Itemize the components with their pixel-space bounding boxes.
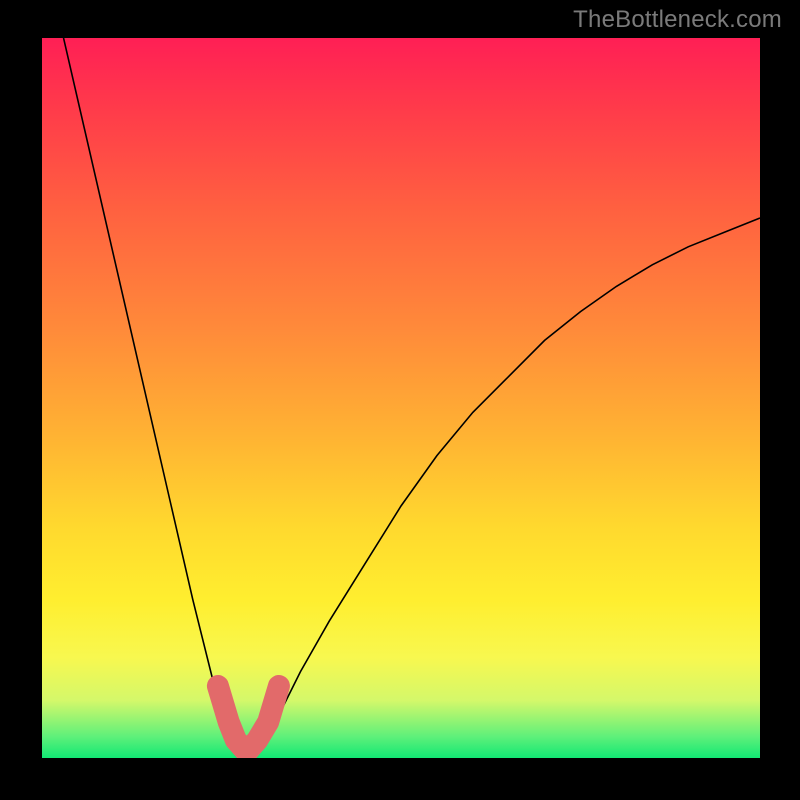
minimum-marker — [218, 686, 279, 752]
watermark-label: TheBottleneck.com — [573, 6, 782, 34]
plot-area — [42, 38, 760, 758]
bottleneck-curve — [64, 38, 760, 754]
curve-layer — [42, 38, 760, 758]
chart-frame: TheBottleneck.com — [0, 0, 800, 800]
